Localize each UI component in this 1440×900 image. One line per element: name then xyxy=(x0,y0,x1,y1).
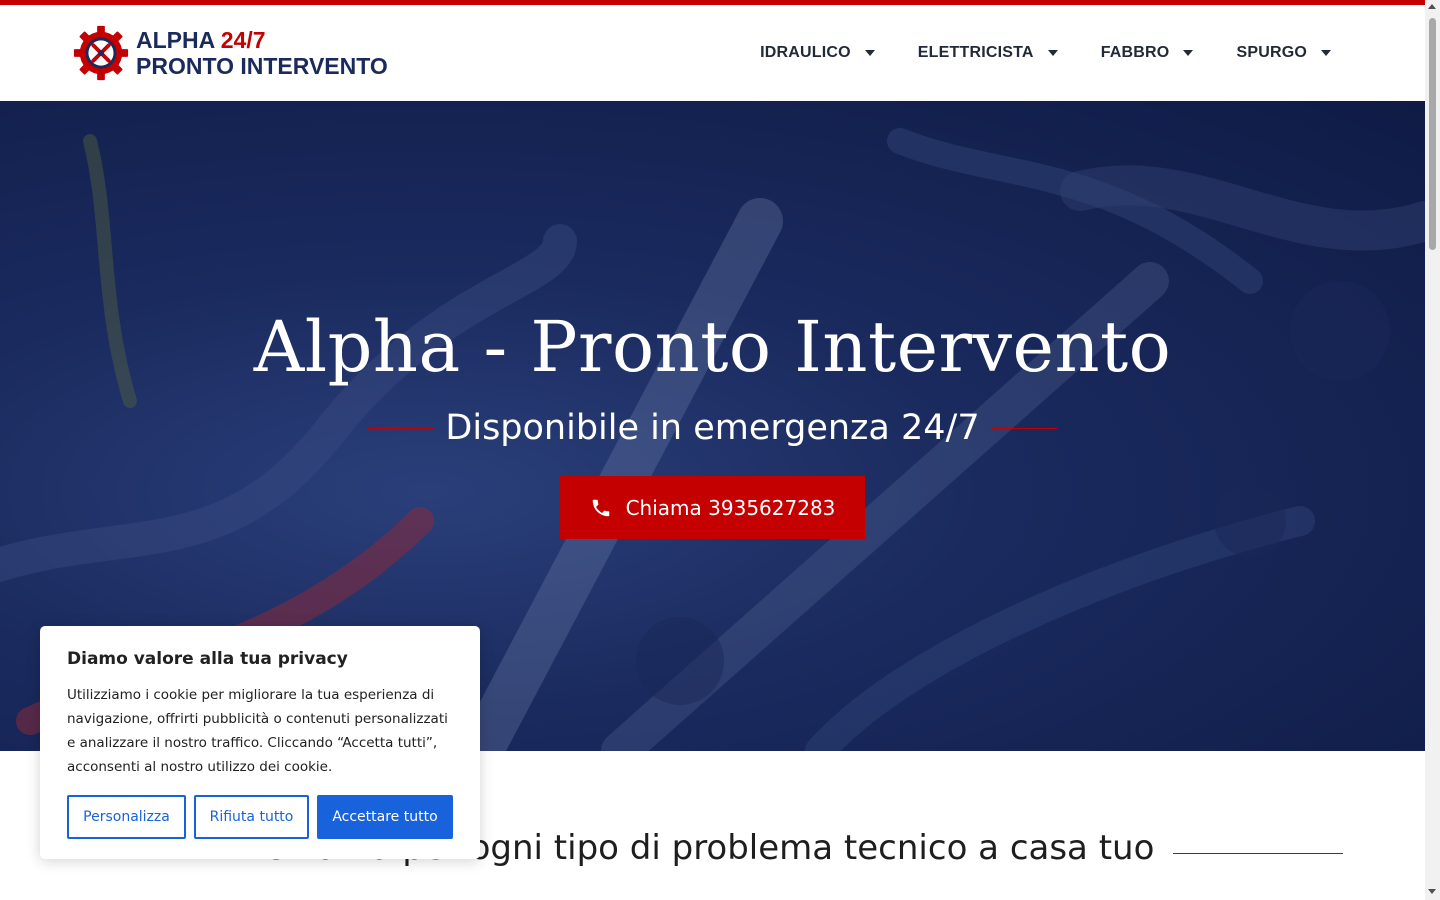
gear-wrench-logo-icon xyxy=(73,25,129,81)
section-divider-line xyxy=(1173,853,1343,854)
scroll-down-arrow-icon[interactable] xyxy=(1428,889,1436,894)
caret-down-icon xyxy=(864,50,875,56)
cookie-text: Utilizziamo i cookie per migliorare la t… xyxy=(67,687,448,775)
reject-all-button[interactable]: Rifiuta tutto xyxy=(194,795,309,839)
hero-subtitle: Disponibile in emergenza 24/7 xyxy=(445,408,980,448)
nav-label: ELETTRICISTA xyxy=(917,44,1034,61)
caret-down-icon xyxy=(1321,50,1331,56)
call-button[interactable]: Chiama 3935627283 xyxy=(560,476,865,539)
divider-line-right xyxy=(991,427,1057,429)
logo-subtitle: PRONTO INTERVENTO xyxy=(136,53,388,79)
scrollbar-thumb[interactable] xyxy=(1429,18,1436,250)
hero-subtitle-row: Disponibile in emergenza 24/7 xyxy=(368,406,1057,450)
logo-alpha: ALPHA xyxy=(136,27,215,53)
main-nav: IDRAULICO ELETTRICISTA FABBRO SPURGO xyxy=(717,5,1331,101)
nav-label: FABBRO xyxy=(1100,44,1170,61)
nav-item-idraulico[interactable]: IDRAULICO xyxy=(760,44,875,62)
hero-title: Alpha - Pronto Intervento xyxy=(253,306,1172,388)
call-button-label: Chiama 3935627283 xyxy=(625,495,836,520)
cookie-consent-banner: Diamo valore alla tua privacy Utilizziam… xyxy=(40,626,480,859)
nav-item-elettricista[interactable]: ELETTRICISTA xyxy=(918,44,1058,62)
nav-label: SPURGO xyxy=(1236,44,1307,61)
phone-icon xyxy=(592,499,609,516)
nav-label: IDRAULICO xyxy=(760,44,851,61)
caret-down-icon xyxy=(1047,50,1058,56)
logo-247: 24/7 xyxy=(220,27,266,53)
site-header: ALPHA 24/7 PRONTO INTERVENTO IDRAULICO E… xyxy=(0,5,1425,101)
scroll-up-arrow-icon[interactable] xyxy=(1428,4,1436,9)
nav-item-fabbro[interactable]: FABBRO xyxy=(1101,44,1194,62)
nav-item-spurgo[interactable]: SPURGO xyxy=(1236,44,1331,62)
divider-line-left xyxy=(368,427,434,429)
caret-down-icon xyxy=(1183,50,1194,56)
customize-button[interactable]: Personalizza xyxy=(67,795,186,839)
site-logo[interactable]: ALPHA 24/7 PRONTO INTERVENTO xyxy=(72,23,388,83)
accept-all-button[interactable]: Accettare tutto xyxy=(317,795,453,839)
cookie-title: Diamo valore alla tua privacy xyxy=(67,649,348,669)
page-scrollbar[interactable] xyxy=(1425,0,1440,900)
